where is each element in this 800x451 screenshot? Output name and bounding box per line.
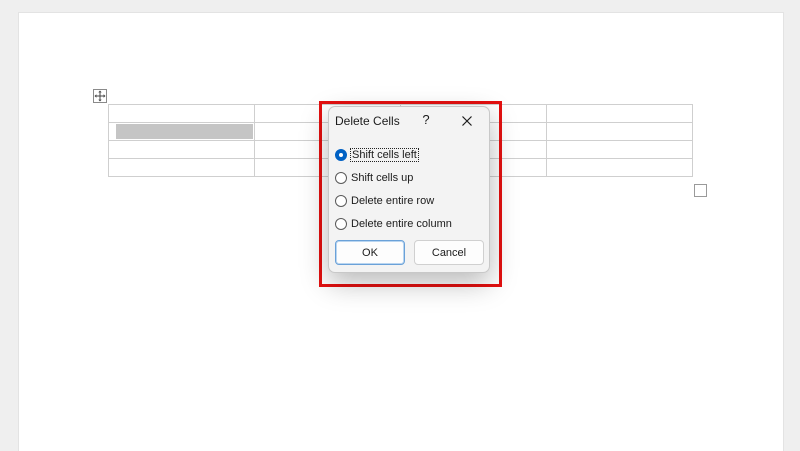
table-resize-handle-icon[interactable]: [694, 184, 707, 197]
close-button[interactable]: [459, 113, 475, 129]
help-button[interactable]: ?: [419, 112, 433, 127]
table-cell[interactable]: [546, 104, 693, 123]
table-cell[interactable]: [108, 140, 255, 159]
cancel-button[interactable]: Cancel: [414, 240, 484, 265]
table-cell-selected[interactable]: [108, 122, 255, 141]
ok-button[interactable]: OK: [335, 240, 405, 265]
cell-selection: [116, 124, 253, 139]
radio-button[interactable]: [335, 217, 347, 230]
option-label: Delete entire row: [351, 194, 435, 207]
option-shift-cells-up[interactable]: Shift cells up: [335, 166, 452, 189]
option-label: Shift cells left: [350, 147, 419, 162]
radio-button[interactable]: [335, 194, 347, 207]
table-cell[interactable]: [546, 122, 693, 141]
option-shift-cells-left[interactable]: Shift cells left: [335, 143, 452, 166]
table-cell[interactable]: [546, 140, 693, 159]
dialog-title: Delete Cells: [335, 114, 400, 128]
option-label: Shift cells up: [351, 171, 414, 184]
delete-options-group: Shift cells left Shift cells up Delete e…: [335, 143, 452, 235]
table-move-handle-icon[interactable]: [93, 89, 107, 103]
option-label: Delete entire column: [351, 217, 452, 230]
table-cell[interactable]: [108, 104, 255, 123]
delete-cells-dialog: Delete Cells ? Shift cells left Shift ce…: [328, 106, 490, 273]
table-cell[interactable]: [546, 158, 693, 177]
table-cell[interactable]: [108, 158, 255, 177]
option-delete-entire-column[interactable]: Delete entire column: [335, 212, 452, 235]
option-delete-entire-row[interactable]: Delete entire row: [335, 189, 452, 212]
radio-button-selected[interactable]: [335, 148, 347, 161]
close-icon: [462, 116, 472, 126]
radio-button[interactable]: [335, 171, 347, 184]
